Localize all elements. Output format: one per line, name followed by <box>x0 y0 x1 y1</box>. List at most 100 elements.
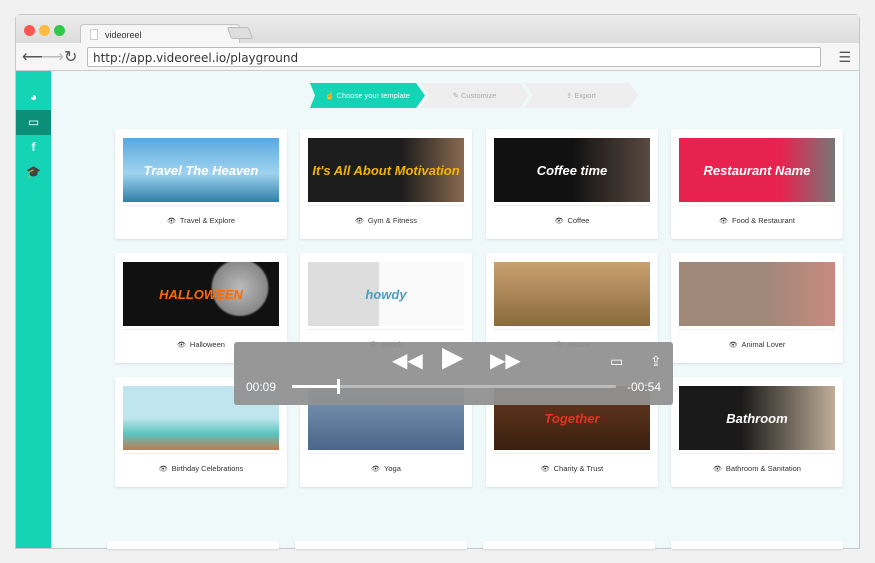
template-label[interactable]: 👁 Yoga <box>300 464 472 473</box>
template-name: Bathroom & Sanitation <box>725 464 801 473</box>
laptop-icon: ▭ <box>27 115 40 129</box>
step-customize[interactable]: ✎ Customize <box>420 83 529 108</box>
eye-icon: 👁 <box>177 342 186 349</box>
eye-icon: 👁 <box>719 218 728 225</box>
template-thumbnail: Travel The Heaven <box>123 138 279 202</box>
template-thumbnail: It's All About Motivation <box>308 138 464 202</box>
template-thumbnail: Bathroom <box>679 386 835 450</box>
template-name: Animal Lover <box>741 340 786 349</box>
sidebar: ◕ ▭ f 🎓 <box>16 71 51 548</box>
tab-bar: videoreel <box>16 15 859 44</box>
browser-tab[interactable]: videoreel <box>80 24 240 44</box>
eye-icon: 👁 <box>166 218 176 225</box>
template-label[interactable]: 👁 Charity & Trust <box>486 464 658 473</box>
template-label[interactable]: 👁 Food & Restaurant <box>671 216 843 225</box>
forward-icon[interactable]: ⟶ <box>41 47 64 67</box>
template-label[interactable]: 👁 Birthday Celebrations <box>115 464 287 473</box>
step-export[interactable]: ⇪ Export <box>524 83 638 108</box>
template-card[interactable] <box>671 541 843 549</box>
edit-icon: ✎ <box>452 91 459 100</box>
fast-forward-icon[interactable]: ▶▶ <box>490 351 521 371</box>
template-thumbnail: HALLOWEEN <box>123 262 279 326</box>
template-card[interactable]: Restaurant Name 👁 Food & Restaurant <box>671 129 843 239</box>
step-choose-template[interactable]: ☝ Choose your template <box>310 83 425 108</box>
airplay-icon[interactable]: ▭ <box>610 351 623 371</box>
thumbnail-text: Travel The Heaven <box>143 162 259 178</box>
template-label[interactable]: 👁 Coffee <box>486 216 658 225</box>
template-card[interactable]: Bathroom 👁 Bathroom & Sanitation <box>671 377 843 487</box>
sidebar-item-dashboard[interactable]: ◕ <box>16 85 51 110</box>
template-name: Charity & Trust <box>553 464 604 473</box>
divider <box>123 453 279 454</box>
template-card[interactable]: It's All About Motivation 👁 Gym & Fitness <box>300 129 472 239</box>
template-name: Coffee <box>567 216 590 225</box>
eye-icon: 👁 <box>354 218 364 225</box>
template-name: Gym & Fitness <box>367 216 418 225</box>
eye-icon: 👁 <box>540 466 550 473</box>
template-card[interactable] <box>107 541 279 549</box>
template-card[interactable]: Travel The Heaven 👁 Travel & Explore <box>115 129 287 239</box>
thumbnail-text: It's All About Motivation <box>312 162 460 178</box>
maximize-window-button[interactable] <box>54 25 65 36</box>
share-icon[interactable]: ⇪ <box>650 351 662 371</box>
eye-icon: 👁 <box>371 466 381 473</box>
eye-icon: 👁 <box>713 466 722 473</box>
address-bar-row: ⟵ ⟶ ↻ http://app.videoreel.io/playground… <box>16 43 859 71</box>
hand-pointer-icon: ☝ <box>325 91 335 100</box>
graduation-cap-icon: 🎓 <box>26 165 41 179</box>
facebook-icon: f <box>31 140 36 154</box>
url-input[interactable]: http://app.videoreel.io/playground <box>87 47 821 67</box>
step-label: Customize <box>460 91 497 100</box>
template-name: Travel & Explore <box>179 216 236 225</box>
eye-icon: 👁 <box>554 218 564 225</box>
thumbnail-text: Together <box>544 410 600 426</box>
divider <box>308 329 464 330</box>
template-name: Birthday Celebrations <box>171 464 244 473</box>
template-card[interactable]: Coffee time 👁 Coffee <box>486 129 658 239</box>
browser-window: videoreel ⟵ ⟶ ↻ http://app.videoreel.io/… <box>15 14 860 549</box>
sidebar-item-facebook[interactable]: f <box>16 135 51 160</box>
divider <box>679 205 835 206</box>
sidebar-item-tutorials[interactable]: 🎓 <box>16 160 51 185</box>
seek-slider[interactable] <box>292 379 616 394</box>
step-label: Choose your template <box>336 91 410 100</box>
divider <box>494 329 650 330</box>
reload-icon[interactable]: ↻ <box>64 47 77 67</box>
dashboard-icon: ◕ <box>29 90 38 104</box>
minimize-window-button[interactable] <box>39 25 50 36</box>
page-icon <box>90 29 98 40</box>
video-player-controls: ◀◀ ▶ ▶▶ ▭ ⇪ 00:09 -00:54 <box>234 342 673 405</box>
template-card[interactable] <box>295 541 467 549</box>
template-label[interactable]: 👁 Bathroom & Sanitation <box>671 464 843 473</box>
thumbnail-text: howdy <box>365 286 407 302</box>
divider <box>494 205 650 206</box>
divider <box>679 329 835 330</box>
close-window-button[interactable] <box>24 25 35 36</box>
template-thumbnail <box>679 262 835 326</box>
thumbnail-text: HALLOWEEN <box>159 286 243 302</box>
sidebar-item-templates[interactable]: ▭ <box>16 110 51 135</box>
template-name: Food & Restaurant <box>731 216 795 225</box>
thumbnail-text: Coffee time <box>536 162 608 178</box>
thumbnail-text: Restaurant Name <box>703 162 811 178</box>
template-label[interactable]: 👁 Travel & Explore <box>115 216 287 225</box>
eye-icon: 👁 <box>728 342 738 349</box>
remaining-time: -00:54 <box>626 380 661 394</box>
play-icon[interactable]: ▶ <box>442 343 464 371</box>
divider <box>308 453 464 454</box>
new-tab-button[interactable] <box>226 27 254 39</box>
divider <box>308 205 464 206</box>
divider <box>123 205 279 206</box>
menu-icon[interactable]: ☰ <box>838 49 851 66</box>
seek-handle[interactable] <box>337 379 341 394</box>
template-thumbnail: howdy <box>308 262 464 326</box>
template-label[interactable]: 👁 Animal Lover <box>671 340 843 349</box>
step-label: Export <box>574 91 597 100</box>
export-icon: ⇪ <box>565 91 573 100</box>
template-thumbnail <box>494 262 650 326</box>
rewind-icon[interactable]: ◀◀ <box>392 351 423 371</box>
eye-icon: 👁 <box>158 466 168 473</box>
template-card[interactable]: 👁 Animal Lover <box>671 253 843 363</box>
template-card[interactable] <box>483 541 655 549</box>
template-label[interactable]: 👁 Gym & Fitness <box>300 216 472 225</box>
